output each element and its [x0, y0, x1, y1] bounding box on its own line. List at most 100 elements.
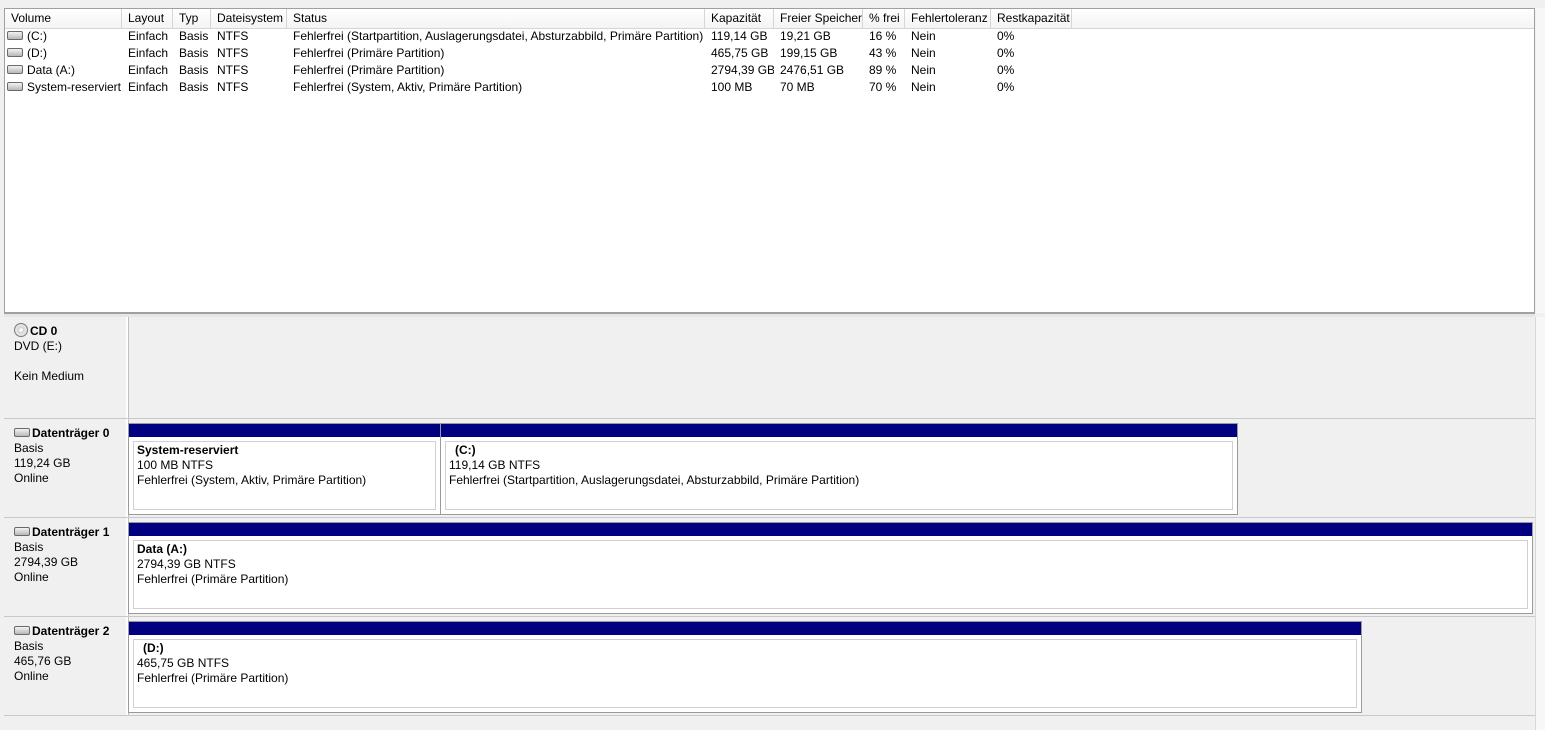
table-row[interactable]: (C:) Einfach Basis NTFS Fehlerfrei (Star… — [5, 28, 1534, 45]
cell-restkapazitaet: 0% — [997, 80, 1015, 94]
cell-status: Fehlerfrei (System, Aktiv, Primäre Parti… — [293, 80, 523, 94]
cell-prozent-frei: 70 % — [869, 80, 897, 94]
drive-icon — [7, 31, 23, 41]
disk-label-datentraeger-2[interactable]: Datenträger 2 Basis 465,76 GB Online — [4, 617, 128, 715]
volume-name: (D:) — [27, 46, 47, 60]
cell-dateisystem: NTFS — [217, 80, 249, 94]
cell-layout: Einfach — [128, 46, 169, 60]
cell-fehlertoleranz: Nein — [911, 46, 936, 60]
column-header-freier-speicher[interactable]: Freier Speicher — [774, 9, 863, 28]
cell-kapazitaet: 465,75 GB — [711, 46, 769, 60]
disk-status: Kein Medium — [14, 369, 85, 383]
table-row[interactable]: (D:) Einfach Basis NTFS Fehlerfrei (Prim… — [5, 45, 1534, 62]
partition-size: 2794,39 GB NTFS — [137, 557, 236, 571]
disk-title: Datenträger 0 — [32, 426, 110, 440]
partition-status: Fehlerfrei (Primäre Partition) — [137, 671, 289, 685]
graph-scrollbar-area[interactable] — [1535, 317, 1545, 730]
cell-status: Fehlerfrei (Startpartition, Auslagerungs… — [293, 29, 704, 43]
partition-size: 119,14 GB NTFS — [449, 458, 541, 472]
list-scrollbar-area[interactable] — [1536, 8, 1545, 313]
cell-restkapazitaet: 0% — [997, 63, 1015, 77]
disk-row-cd0: CD 0 DVD (E:) Kein Medium — [4, 317, 1535, 419]
partition-body: (C:) 119,14 GB NTFS Fehlerfrei (Startpar… — [445, 441, 1233, 510]
disk-type: DVD (E:) — [14, 339, 62, 353]
table-row[interactable]: System-reserviert Einfach Basis NTFS Feh… — [5, 79, 1534, 96]
cell-dateisystem: NTFS — [217, 46, 249, 60]
drive-icon — [7, 48, 23, 58]
partition-body: (D:) 465,75 GB NTFS Fehlerfrei (Primäre … — [133, 639, 1357, 708]
volume-name: System-reserviert — [27, 80, 122, 94]
partition-size: 100 MB NTFS — [137, 458, 214, 472]
volume-name: (C:) — [27, 29, 47, 43]
disk-graphical-view: CD 0 DVD (E:) Kein Medium Datenträger 0 … — [4, 317, 1535, 730]
cell-volume: System-reserviert — [5, 79, 122, 96]
partition-system-reserviert[interactable]: System-reserviert 100 MB NTFS Fehlerfrei… — [128, 423, 441, 515]
cell-prozent-frei: 89 % — [869, 63, 897, 77]
partition-status: Fehlerfrei (System, Aktiv, Primäre Parti… — [137, 473, 367, 487]
disk-type: Basis — [14, 441, 44, 455]
cell-volume: Data (A:) — [5, 62, 122, 79]
cell-volume: (C:) — [5, 28, 122, 45]
cell-layout: Einfach — [128, 29, 169, 43]
disk-label-datentraeger-0[interactable]: Datenträger 0 Basis 119,24 GB Online — [4, 419, 128, 517]
disk-status: Online — [14, 669, 49, 683]
disk-row-datentraeger-0: Datenträger 0 Basis 119,24 GB Online Sys… — [4, 419, 1535, 518]
cell-dateisystem: NTFS — [217, 29, 249, 43]
column-header-volume[interactable]: Volume — [5, 9, 122, 28]
partition-bar — [129, 622, 1361, 635]
volume-list[interactable]: Volume Layout Typ Dateisystem Status Kap… — [4, 8, 1535, 313]
disk-size — [14, 354, 126, 369]
cell-restkapazitaet: 0% — [997, 29, 1015, 43]
disk-size: 119,24 GB — [14, 456, 71, 470]
partition-bar — [129, 523, 1532, 536]
partition-title: (D:) — [143, 641, 164, 655]
disk-type: Basis — [14, 639, 44, 653]
cell-fehlertoleranz: Nein — [911, 29, 936, 43]
table-row[interactable]: Data (A:) Einfach Basis NTFS Fehlerfrei … — [5, 62, 1534, 79]
cd-drive-icon — [14, 322, 28, 337]
cell-typ: Basis — [179, 46, 209, 60]
cell-kapazitaet: 2794,39 GB — [711, 63, 774, 77]
cell-fehlertoleranz: Nein — [911, 63, 936, 77]
column-header-kapazitaet[interactable]: Kapazität — [705, 9, 774, 28]
cell-freier-speicher: 2476,51 GB — [780, 63, 845, 77]
disk-size: 2794,39 GB — [14, 555, 79, 569]
partition-c[interactable]: (C:) 119,14 GB NTFS Fehlerfrei (Startpar… — [440, 423, 1238, 515]
disk-title: Datenträger 1 — [32, 525, 110, 539]
cell-prozent-frei: 43 % — [869, 46, 897, 60]
cell-freier-speicher: 19,21 GB — [780, 29, 831, 43]
cell-typ: Basis — [179, 80, 209, 94]
drive-icon — [7, 82, 23, 92]
partition-data-a[interactable]: Data (A:) 2794,39 GB NTFS Fehlerfrei (Pr… — [128, 522, 1533, 614]
disk-icon — [14, 527, 30, 537]
partition-body: Data (A:) 2794,39 GB NTFS Fehlerfrei (Pr… — [133, 540, 1528, 609]
cell-freier-speicher: 199,15 GB — [780, 46, 838, 60]
cell-dateisystem: NTFS — [217, 63, 249, 77]
column-header-prozent-frei[interactable]: % frei — [863, 9, 905, 28]
disk-row-datentraeger-2: Datenträger 2 Basis 465,76 GB Online (D:… — [4, 617, 1535, 716]
disk-row-datentraeger-1: Datenträger 1 Basis 2794,39 GB Online Da… — [4, 518, 1535, 617]
disk-title: CD 0 — [30, 324, 58, 338]
partition-d[interactable]: (D:) 465,75 GB NTFS Fehlerfrei (Primäre … — [128, 621, 1362, 713]
disk-status: Online — [14, 471, 49, 485]
column-header-status[interactable]: Status — [287, 9, 705, 28]
cell-fehlertoleranz: Nein — [911, 80, 936, 94]
cell-typ: Basis — [179, 29, 209, 43]
column-header-dateisystem[interactable]: Dateisystem — [211, 9, 287, 28]
cell-prozent-frei: 16 % — [869, 29, 897, 43]
partition-status: Fehlerfrei (Startpartition, Auslagerungs… — [449, 473, 860, 487]
column-header-typ[interactable]: Typ — [173, 9, 211, 28]
partition-size: 465,75 GB NTFS — [137, 656, 230, 670]
column-header-fehlertoleranz[interactable]: Fehlertoleranz — [905, 9, 991, 28]
disk-icon — [14, 626, 30, 636]
disk-label-cd0[interactable]: CD 0 DVD (E:) Kein Medium — [4, 317, 128, 418]
column-header-restkapazitaet[interactable]: Restkapazität — [991, 9, 1072, 28]
disk-status: Online — [14, 570, 49, 584]
disk-label-datentraeger-1[interactable]: Datenträger 1 Basis 2794,39 GB Online — [4, 518, 128, 616]
disk-type: Basis — [14, 540, 44, 554]
column-header-layout[interactable]: Layout — [122, 9, 173, 28]
cell-layout: Einfach — [128, 63, 169, 77]
cell-volume: (D:) — [5, 45, 122, 62]
disk-title: Datenträger 2 — [32, 624, 110, 638]
partition-status: Fehlerfrei (Primäre Partition) — [137, 572, 289, 586]
